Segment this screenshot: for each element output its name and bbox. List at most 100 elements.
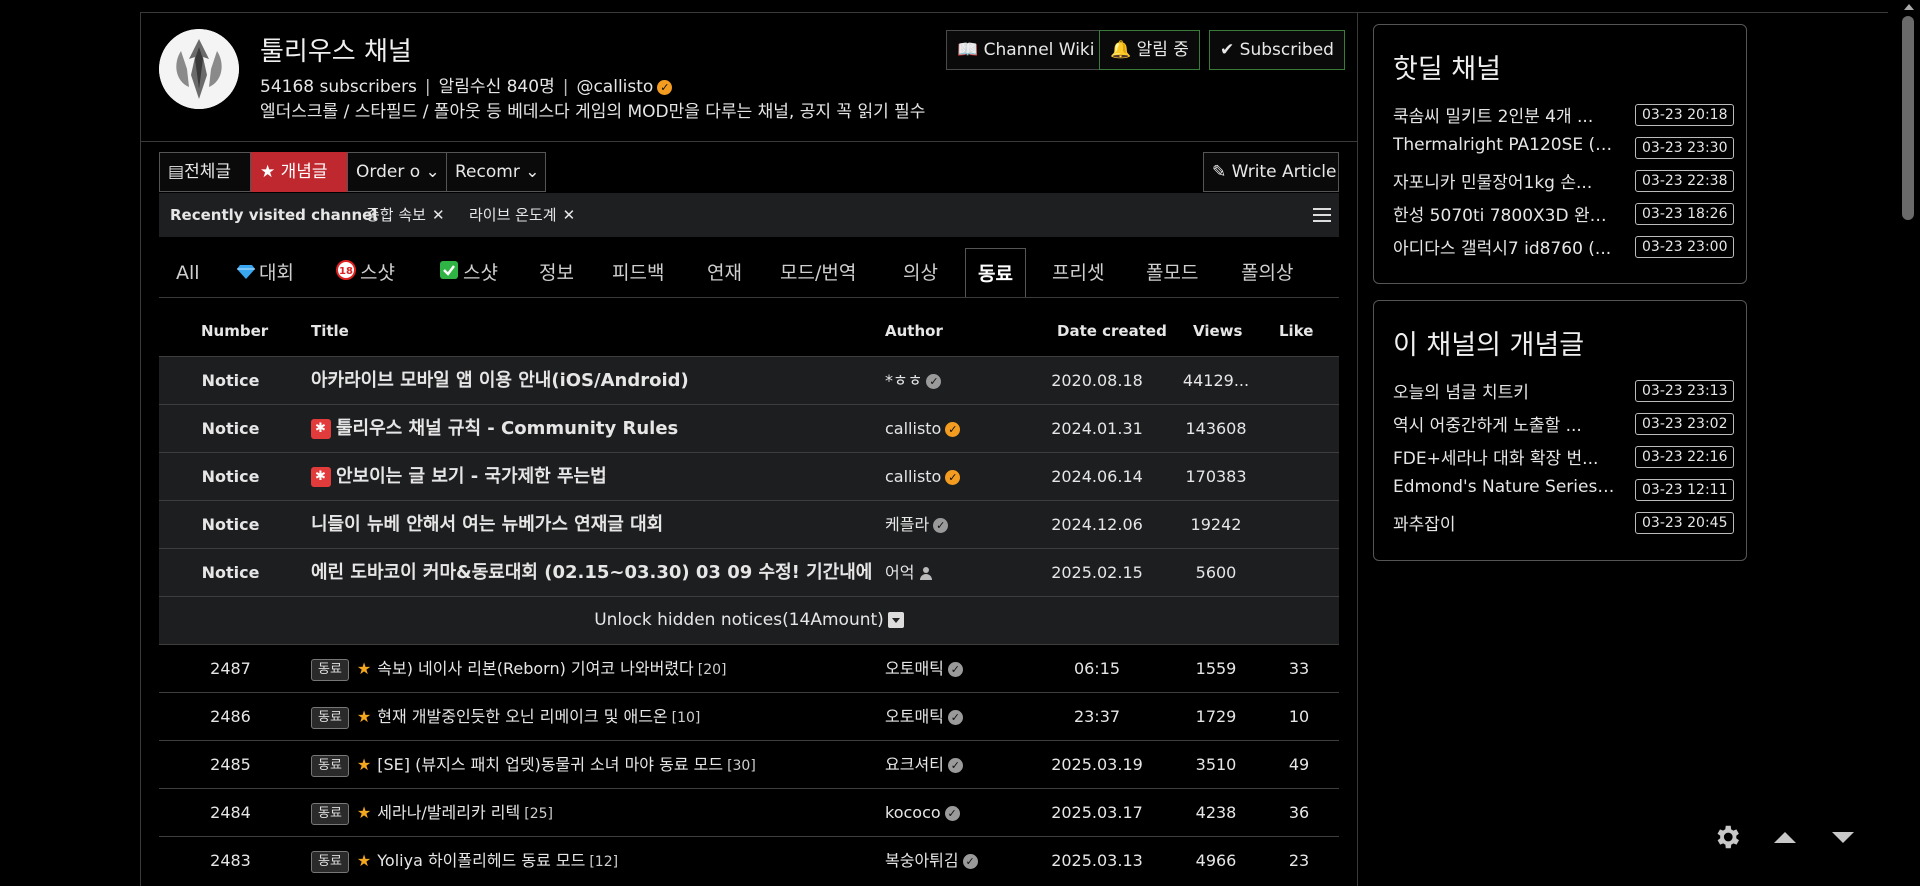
notice-row[interactable]: Notice 툴리우스 채널 규칙 - Community Rules call… [159, 404, 1339, 452]
tab-follower[interactable]: 동료 [965, 248, 1026, 297]
tab-costume[interactable]: 의상 [903, 248, 938, 297]
tab-label: 대회 [259, 262, 294, 284]
write-article-button[interactable]: ✎ Write Article [1203, 152, 1339, 192]
notice-row[interactable]: Notice 에린 도바코이 커마&동료대회 (02.15~03.30) 03 … [159, 548, 1339, 596]
row-author[interactable]: callisto ✓ [885, 405, 1015, 452]
row-views: 1559 [1195, 659, 1237, 678]
row-title[interactable]: 안보이는 글 보기 - 국가제한 푸는법 [311, 453, 871, 500]
item-date: 03-23 23:13 [1635, 380, 1735, 402]
row-title[interactable]: 에린 도바코이 커마&동료대회 (02.15~03.30) 03 09 수정! … [311, 549, 871, 596]
row-number: Notice [201, 467, 260, 486]
row-author[interactable]: 오토매틱 ✓ [885, 693, 1015, 740]
page-scrollbar[interactable] [1898, 0, 1920, 886]
tab-fallout-mod[interactable]: 폴모드 [1146, 248, 1198, 297]
tab-fallout-costume[interactable]: 폴의상 [1241, 248, 1293, 297]
list-item[interactable]: Thermalright PA120SE ($1... 03-23 23:30 [1393, 132, 1735, 162]
all-posts-button[interactable]: ▤전체글 [159, 152, 251, 192]
channel-avatar[interactable] [159, 29, 239, 109]
unlock-hidden-notices-button[interactable]: Unlock hidden notices(14Amount) [159, 596, 1339, 644]
list-item[interactable]: 역시 어중간하게 노출할 ... 03-23 23:02 [1393, 408, 1735, 438]
row-date: 2025.02.15 [1051, 563, 1143, 582]
tab-all[interactable]: All [176, 248, 200, 297]
row-title[interactable]: 동료 ★ 현재 개발중인듯한 오닌 리메이크 및 애드온 [10] [311, 693, 871, 742]
row-author[interactable]: 요크셔티 ✓ [885, 741, 1015, 788]
gear-icon[interactable] [1712, 822, 1746, 852]
recent-chip[interactable]: 종합 속보 ✕ [366, 193, 445, 237]
author-name: 복숭아튀김 [885, 851, 959, 870]
close-icon[interactable]: ✕ [432, 206, 445, 224]
tab-screenshot[interactable]: 스샷 [439, 248, 498, 297]
table-row[interactable]: 2486 동료 ★ 현재 개발중인듯한 오닌 리메이크 및 애드온 [10] 오토매틱… [159, 692, 1339, 740]
row-views: 4966 [1195, 851, 1237, 870]
list-item[interactable]: 한성 5070ti 7800X3D 완본... 03-23 18:26 [1393, 198, 1735, 228]
list-item[interactable]: 오늘의 념글 치트키 03-23 23:13 [1393, 375, 1735, 405]
tab-preset[interactable]: 프리셋 [1052, 248, 1104, 297]
subscribed-button[interactable]: ✔ Subscribed [1209, 30, 1345, 70]
table-row[interactable]: 2487 동료 ★ 속보) 네이사 리본(Reborn) 기여코 나와버렸다 [20]… [159, 644, 1339, 692]
row-date: 2020.08.18 [1051, 371, 1143, 390]
notice-row[interactable]: Notice 아카라이브 모바일 앱 이용 안내(iOS/Android) *ㅎ… [159, 356, 1339, 404]
best-posts-button[interactable]: ★ 개념글 [251, 152, 347, 192]
best-posts-title[interactable]: 이 채널의 개념글 [1393, 323, 1584, 362]
scrollbar-up-arrow[interactable] [1904, 4, 1914, 10]
list-item[interactable]: 아디다스 갤럭시7 id8760 (... 03-23 23:00 [1393, 231, 1735, 261]
hotdeal-title[interactable]: 핫딜 채널 [1393, 47, 1501, 86]
row-author[interactable]: 어억 [885, 549, 1015, 596]
tab-screenshot-adult[interactable]: 18 스샷 [336, 248, 395, 298]
row-title[interactable]: 니들이 뉴베 안해서 여는 뉴베가스 연재글 대회 [311, 501, 871, 548]
list-item[interactable]: 꽈추잡이 03-23 20:45 [1393, 507, 1735, 537]
alarm-button[interactable]: 🔔 알림 중 [1099, 30, 1200, 70]
channel-handle[interactable]: @callisto [576, 77, 653, 97]
item-date: 03-23 23:00 [1635, 236, 1735, 258]
row-views: 3510 [1195, 755, 1237, 774]
list-item[interactable]: 쿡솜씨 밀키트 2인분 4개 ... 03-23 20:18 [1393, 99, 1735, 129]
row-author[interactable]: 오토매틱 ✓ [885, 645, 1015, 692]
recommend-select[interactable]: Recomr ⌄ [446, 152, 546, 192]
notice-row[interactable]: Notice 안보이는 글 보기 - 국가제한 푸는법 callisto✓ 20… [159, 452, 1339, 500]
row-title-text: 안보이는 글 보기 - 국가제한 푸는법 [336, 466, 607, 487]
scroll-up-icon[interactable] [1770, 822, 1804, 852]
tab-contest[interactable]: 대회 [237, 248, 294, 297]
row-author[interactable]: kococo ✓ [885, 789, 1015, 836]
tab-mod-translation[interactable]: 모드/번역 [780, 248, 856, 297]
recent-chip[interactable]: 라이브 온도계 ✕ [469, 193, 575, 237]
list-item[interactable]: Edmond's Nature Series - ... 03-23 12:11 [1393, 474, 1735, 504]
notice-row[interactable]: Notice 니들이 뉴베 안해서 여는 뉴베가스 연재글 대회 케플라 ✓ 20… [159, 500, 1339, 548]
channel-title[interactable]: 툴리우스 채널 [260, 31, 412, 68]
best-posts-panel: 이 채널의 개념글 오늘의 념글 치트키 03-23 23:13 역시 어중간하게… [1373, 300, 1747, 561]
channel-wiki-button[interactable]: 📖 Channel Wiki [946, 30, 1106, 70]
tab-info[interactable]: 정보 [539, 248, 574, 297]
row-title[interactable]: 툴리우스 채널 규칙 - Community Rules [311, 405, 871, 452]
adult-18-icon: 18 [336, 249, 356, 298]
article-list: Notice 아카라이브 모바일 앱 이용 안내(iOS/Android) *ㅎ… [159, 356, 1339, 884]
row-views: 19242 [1190, 515, 1242, 534]
close-icon[interactable]: ✕ [563, 206, 576, 224]
row-author[interactable]: 케플라 ✓ [885, 501, 1015, 548]
menu-icon[interactable] [1313, 208, 1331, 222]
table-row[interactable]: 2483 동료 ★ Yoliya 하이폴리헤드 동료 모드 [12] 복숭아튀김 ✓ 2… [159, 836, 1339, 884]
row-title[interactable]: 동료 ★ 세라나/발레리카 리텍 [25] [311, 789, 871, 838]
row-date: 2025.03.17 [1051, 803, 1143, 822]
row-author[interactable]: *ㅎㅎ ✓ [885, 357, 1015, 404]
row-title[interactable]: 동료 ★ Yoliya 하이폴리헤드 동료 모드 [12] [311, 837, 871, 886]
list-item[interactable]: 자포니카 민물장어1kg 손... 03-23 22:38 [1393, 165, 1735, 195]
row-title[interactable]: 동료 ★ [SE] (뷰지스 패치 업뎃)동물귀 소녀 마야 동료 모드 [30] [311, 741, 871, 790]
list-item[interactable]: FDE+세라나 대화 확장 번... 03-23 22:16 [1393, 441, 1735, 471]
row-title[interactable]: 아카라이브 모바일 앱 이용 안내(iOS/Android) [311, 357, 871, 404]
table-row[interactable]: 2485 동료 ★ [SE] (뷰지스 패치 업뎃)동물귀 소녀 마야 동료 모드[… [159, 740, 1339, 788]
scroll-down-icon[interactable] [1828, 822, 1862, 852]
category-badge: 동료 [311, 850, 349, 873]
star-icon: ★ [356, 659, 372, 678]
row-author[interactable]: callisto ✓ [885, 453, 1015, 500]
category-badge: 동료 [311, 658, 349, 681]
row-number: 2484 [210, 803, 251, 822]
row-author[interactable]: 복숭아튀김 ✓ [885, 837, 1015, 884]
row-title[interactable]: 동료 ★ 속보) 네이사 리본(Reborn) 기여코 나와버렸다 [20] [311, 645, 871, 694]
row-title-text: 현재 개발중인듯한 오닌 리메이크 및 애드온 [377, 707, 668, 726]
table-row[interactable]: 2484 동료 ★ 세라나/발레리카 리텍 [25] kococo ✓ 2025.03.… [159, 788, 1339, 836]
tab-serial[interactable]: 연재 [707, 248, 742, 297]
edit-icon: ✎ [1212, 162, 1227, 182]
scrollbar-thumb[interactable] [1902, 16, 1914, 220]
order-select[interactable]: Order o ⌄ [347, 152, 447, 192]
tab-feedback[interactable]: 피드백 [612, 248, 664, 297]
